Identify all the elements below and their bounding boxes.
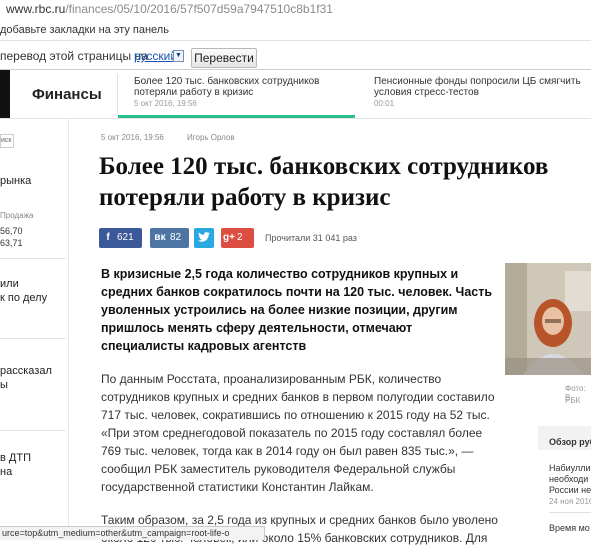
sidebar-divider (0, 430, 66, 431)
sidebar-item-2-line2[interactable]: к по делу (0, 291, 47, 305)
photo-source: РБК (565, 396, 581, 405)
chevron-down-icon[interactable]: ▼ (173, 50, 184, 62)
review-divider (549, 512, 591, 513)
article-headline: Более 120 тыс. банковских сотрудников по… (99, 153, 549, 211)
address-bar[interactable]: www.rbc.ru/finances/05/10/2016/57f507d59… (0, 0, 591, 21)
bookmarks-bar: добавьте закладки на эту панель (0, 20, 591, 41)
share-google-plus-button[interactable]: g+ 2 (221, 228, 254, 248)
sidebar-item-market[interactable]: рынка (0, 174, 31, 188)
vk-count: 82 (170, 232, 182, 243)
sidebar-item-3-line1[interactable]: рассказал (0, 364, 52, 378)
vk-icon: вк (154, 232, 166, 243)
review-item-date: 24 ноя 2016 (549, 497, 591, 506)
sidebar-sale-label: Продажа (0, 211, 34, 220)
article-author[interactable]: Игорь Орлов (187, 133, 235, 142)
sidebar-divider (0, 338, 66, 339)
article-lead: В кризисные 2,5 года количество сотрудни… (101, 267, 493, 353)
header-news-time-2: 00:01 (374, 99, 395, 108)
share-twitter-button[interactable] (194, 228, 214, 248)
sidebar-item-3-line2[interactable]: ы (0, 378, 8, 392)
section-title[interactable]: Финансы (32, 86, 102, 103)
review-item-title[interactable]: Время мо (549, 523, 591, 534)
header-news-item-2[interactable]: Пенсионные фонды попросили ЦБ смягчить у… (374, 76, 591, 98)
translate-button[interactable]: Перевести (191, 48, 257, 68)
google-plus-icon: g+ (223, 232, 235, 243)
review-item-line2[interactable]: необходи (549, 474, 591, 485)
review-title[interactable]: Обзор рубрик (549, 437, 591, 447)
status-bar-url: urce=top&utm_medium=other&utm_campaign=r… (0, 526, 265, 540)
sidebar-item-4-line1[interactable]: в ДТП (0, 451, 31, 465)
translate-prompt: перевод этой страницы на (0, 49, 148, 63)
translate-bar: перевод этой страницы на русский ▼ (0, 41, 591, 70)
sidebar-rate-1: 56,70 (0, 226, 23, 236)
twitter-icon (198, 232, 210, 243)
google-plus-count: 2 (237, 232, 243, 243)
share-vk-button[interactable]: вк 82 (150, 228, 189, 248)
read-count: Прочитали 31 041 раз (265, 233, 357, 243)
header-news-time-1: 5 окт 2016, 19:56 (134, 99, 197, 108)
article-date: 5 окт 2016, 19:56 (101, 133, 164, 142)
active-news-indicator (118, 115, 355, 118)
facebook-count: 621 (117, 232, 134, 243)
sidebar-rate-2: 63,71 (0, 238, 23, 248)
person-photo-illustration (505, 263, 591, 375)
share-facebook-button[interactable]: f 621 (99, 228, 142, 248)
sidebar-search-input[interactable]: иск (0, 134, 14, 148)
header-news-item-1[interactable]: Более 120 тыс. банковских сотрудников по… (134, 76, 344, 98)
facebook-icon: f (106, 232, 110, 243)
translate-language-link[interactable]: русский (134, 49, 177, 63)
article-photo[interactable] (505, 263, 591, 375)
article-paragraph-1: По данным Росстата, проанализированным Р… (101, 372, 495, 494)
header-divider (117, 74, 118, 114)
sidebar-item-4-line2[interactable]: на (0, 465, 12, 479)
bookmarks-hint[interactable]: добавьте закладки на эту панель (0, 24, 169, 36)
sidebar-item-2-line1[interactable]: или (0, 277, 19, 291)
review-item-line3[interactable]: России не (549, 485, 591, 496)
review-item-title[interactable]: Набиуллина (549, 463, 591, 474)
sidebar-divider (0, 258, 66, 259)
url-text[interactable]: www.rbc.ru/finances/05/10/2016/57f507d59… (6, 2, 333, 16)
logo-strip[interactable] (0, 70, 10, 118)
